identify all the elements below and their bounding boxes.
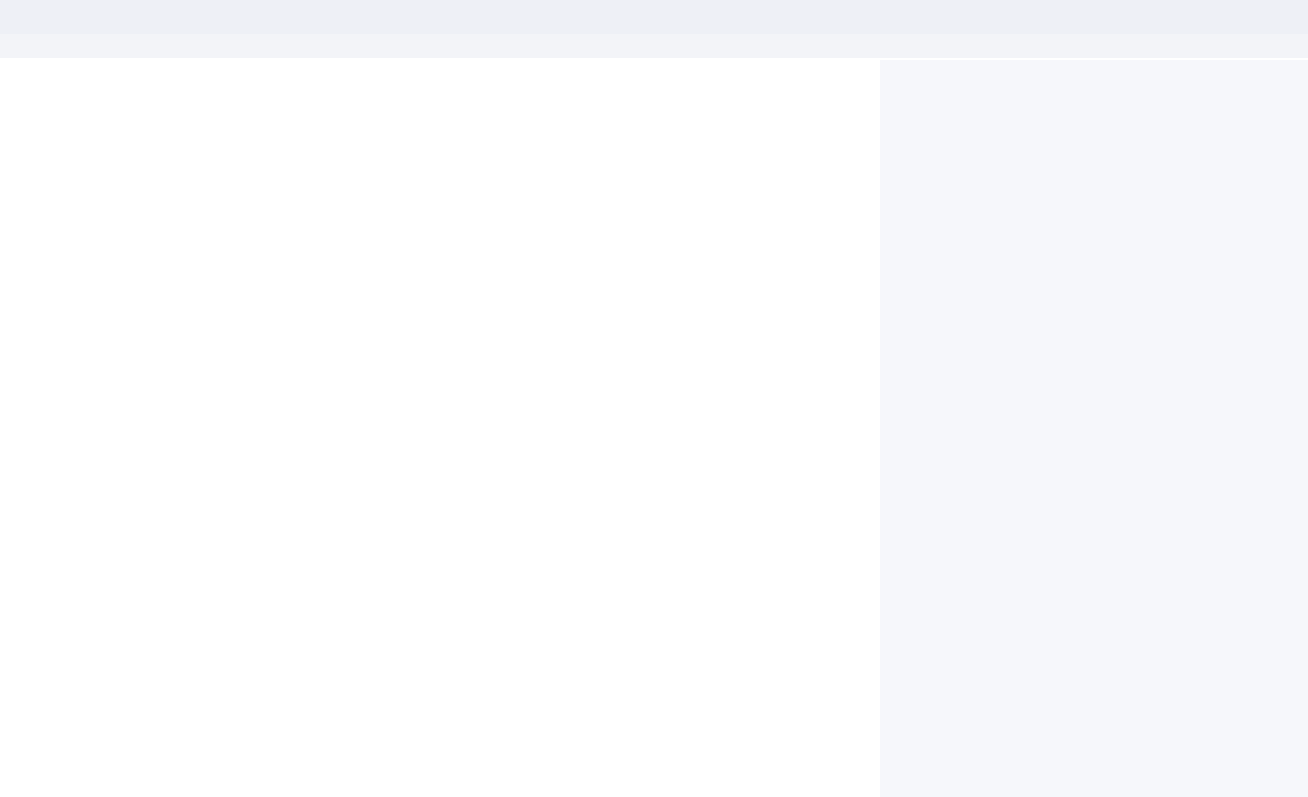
scope-bar: [0, 58, 880, 84]
navigation-bar: [0, 34, 1308, 58]
document-tab-bar: [0, 0, 1308, 34]
watch-panel: [880, 60, 1308, 797]
code-editor[interactable]: [0, 84, 880, 797]
